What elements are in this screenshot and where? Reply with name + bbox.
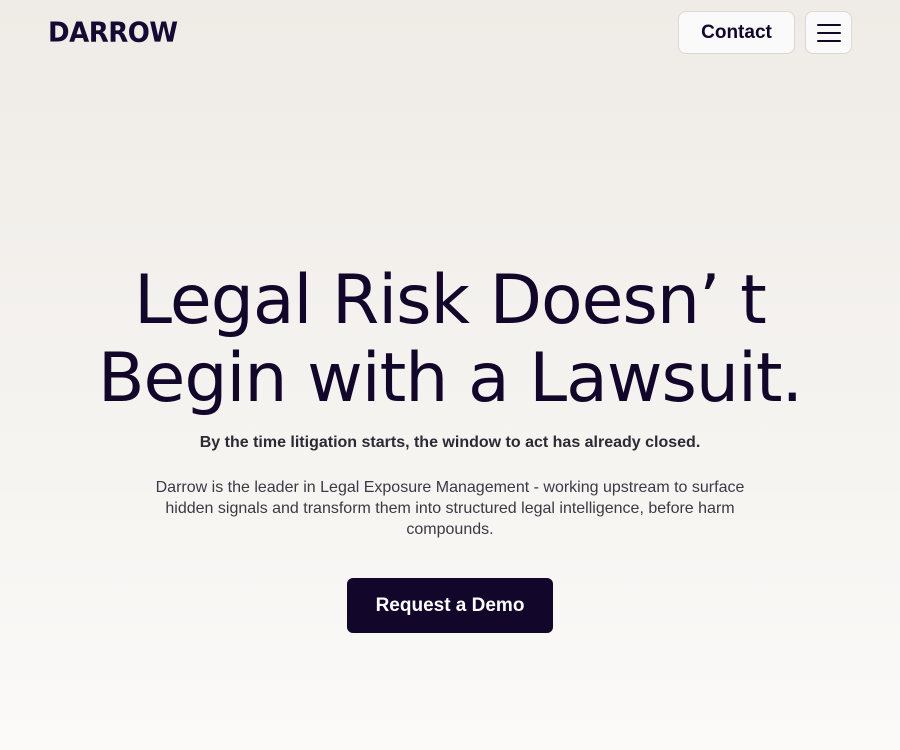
hamburger-menu-icon xyxy=(817,24,841,26)
hero-section: Legal Risk Doesn’ t Begin with a Lawsuit… xyxy=(0,262,900,418)
hamburger-menu-icon-bar xyxy=(817,40,841,42)
site-header: DARROW Contact xyxy=(0,0,900,68)
contact-button[interactable]: Contact xyxy=(678,11,795,54)
hero-subheadline: By the time litigation starts, the windo… xyxy=(199,434,701,451)
hero-headline: Legal Risk Doesn’ t Begin with a Lawsuit… xyxy=(0,262,900,418)
menu-button[interactable] xyxy=(805,11,852,54)
hamburger-menu-icon-bar xyxy=(817,32,841,34)
hero-description: Darrow is the leader in Legal Exposure M… xyxy=(155,479,745,538)
hero-headline-line-1: Legal Risk Doesn’ t xyxy=(134,261,767,340)
hero-headline-line-2: Begin with a Lawsuit. xyxy=(97,339,803,418)
darrow-logo[interactable]: DARROW xyxy=(48,15,178,51)
request-demo-button[interactable]: Request a Demo xyxy=(347,578,553,633)
